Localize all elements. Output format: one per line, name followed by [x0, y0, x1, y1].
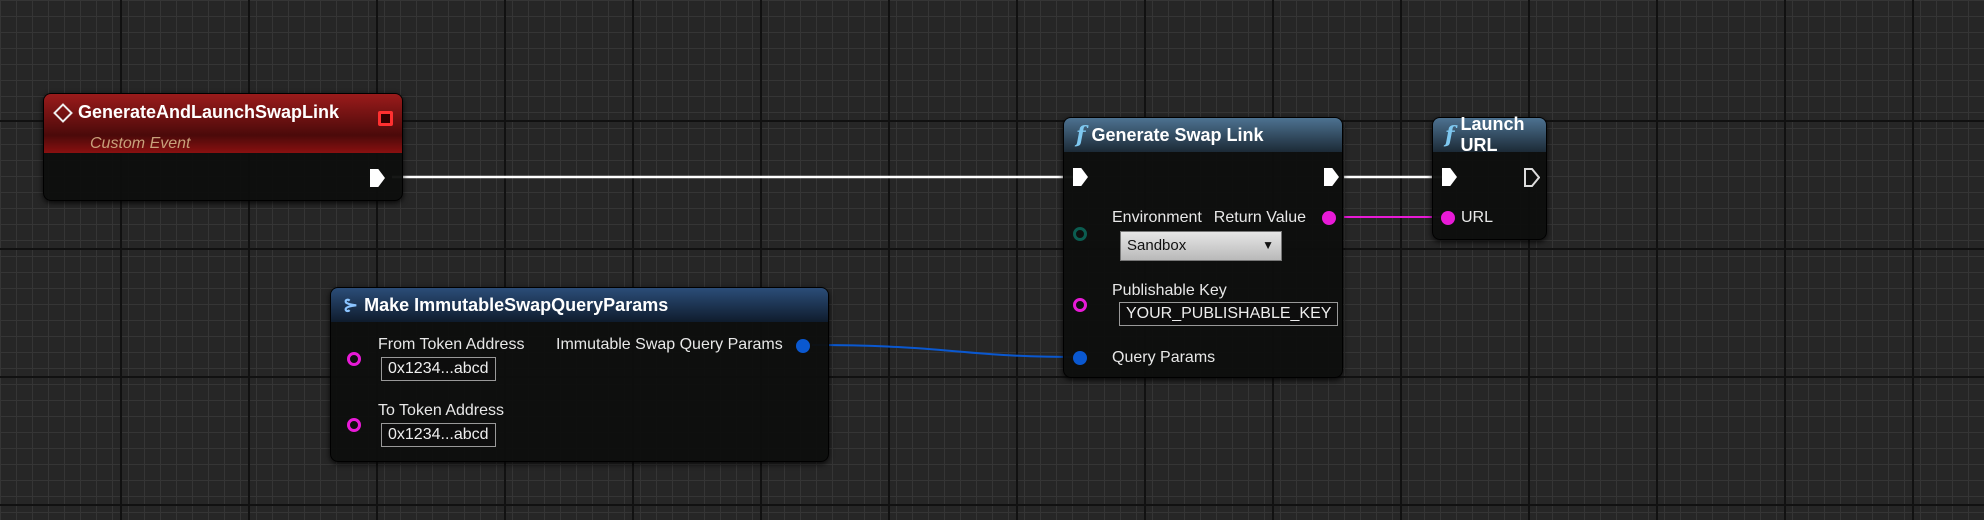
generate-header: f Generate Swap Link	[1064, 118, 1342, 152]
environment-dropdown[interactable]: Sandbox ▼	[1120, 231, 1282, 261]
function-icon: f	[1445, 122, 1455, 148]
delegate-pin-icon[interactable]	[378, 111, 393, 126]
query-params-label: Query Params	[1112, 349, 1216, 366]
to-token-input[interactable]: 0x1234...abcd	[381, 423, 496, 447]
launch-title: Launch URL	[1460, 114, 1525, 155]
exec-out-pin[interactable]	[370, 169, 385, 187]
from-token-input[interactable]: 0x1234...abcd	[381, 357, 496, 381]
output-label: Immutable Swap Query Params	[556, 336, 783, 353]
launch-header: f Launch URL	[1433, 114, 1546, 155]
publishable-key-pin[interactable]	[1073, 298, 1087, 312]
from-token-pin[interactable]	[347, 352, 361, 366]
return-value-pin[interactable]	[1322, 211, 1336, 225]
event-header: GenerateAndLaunchSwapLink Custom Event	[44, 94, 402, 153]
launch-url-node[interactable]: f Launch URL URL	[1432, 114, 1547, 240]
to-token-pin[interactable]	[347, 418, 361, 432]
query-params-wire	[811, 344, 1079, 358]
url-label: URL	[1461, 209, 1494, 226]
wires	[392, 175, 1444, 358]
exec-in-pin[interactable]	[1442, 168, 1457, 186]
publishable-key-input[interactable]: YOUR_PUBLISHABLE_KEY	[1119, 302, 1339, 326]
event-subtitle: Custom Event	[90, 135, 191, 152]
publishable-key-label: Publishable Key	[1112, 282, 1227, 299]
exec-out-pin[interactable]	[1324, 168, 1339, 186]
generate-title: Generate Swap Link	[1091, 124, 1264, 145]
event-title: GenerateAndLaunchSwapLink	[78, 102, 340, 122]
return-value-label: Return Value	[1213, 209, 1306, 226]
exec-out-pin[interactable]	[1524, 168, 1540, 187]
function-icon: f	[1076, 122, 1086, 148]
to-token-label: To Token Address	[378, 402, 505, 419]
query-params-pin[interactable]	[1073, 351, 1087, 365]
url-pin[interactable]	[1441, 211, 1455, 225]
make-title: Make ImmutableSwapQueryParams	[364, 294, 669, 315]
custom-event-node[interactable]: GenerateAndLaunchSwapLink Custom Event	[43, 93, 403, 201]
event-diamond-icon	[53, 102, 73, 123]
make-struct-icon: ⊱	[343, 294, 359, 315]
environment-pin[interactable]	[1073, 227, 1087, 241]
environment-value: Sandbox	[1127, 237, 1187, 254]
make-header: ⊱ Make ImmutableSwapQueryParams	[331, 288, 828, 322]
exec-in-pin[interactable]	[1073, 168, 1088, 186]
environment-label: Environment	[1112, 209, 1202, 226]
from-token-label: From Token Address	[378, 336, 525, 353]
query-params-out-pin[interactable]	[796, 339, 810, 353]
make-query-params-node[interactable]: ⊱ Make ImmutableSwapQueryParams From Toke…	[330, 287, 829, 462]
generate-swap-link-node[interactable]: f Generate Swap Link Environment Sandbox ▼…	[1063, 117, 1343, 378]
chevron-down-icon: ▼	[1262, 238, 1274, 252]
